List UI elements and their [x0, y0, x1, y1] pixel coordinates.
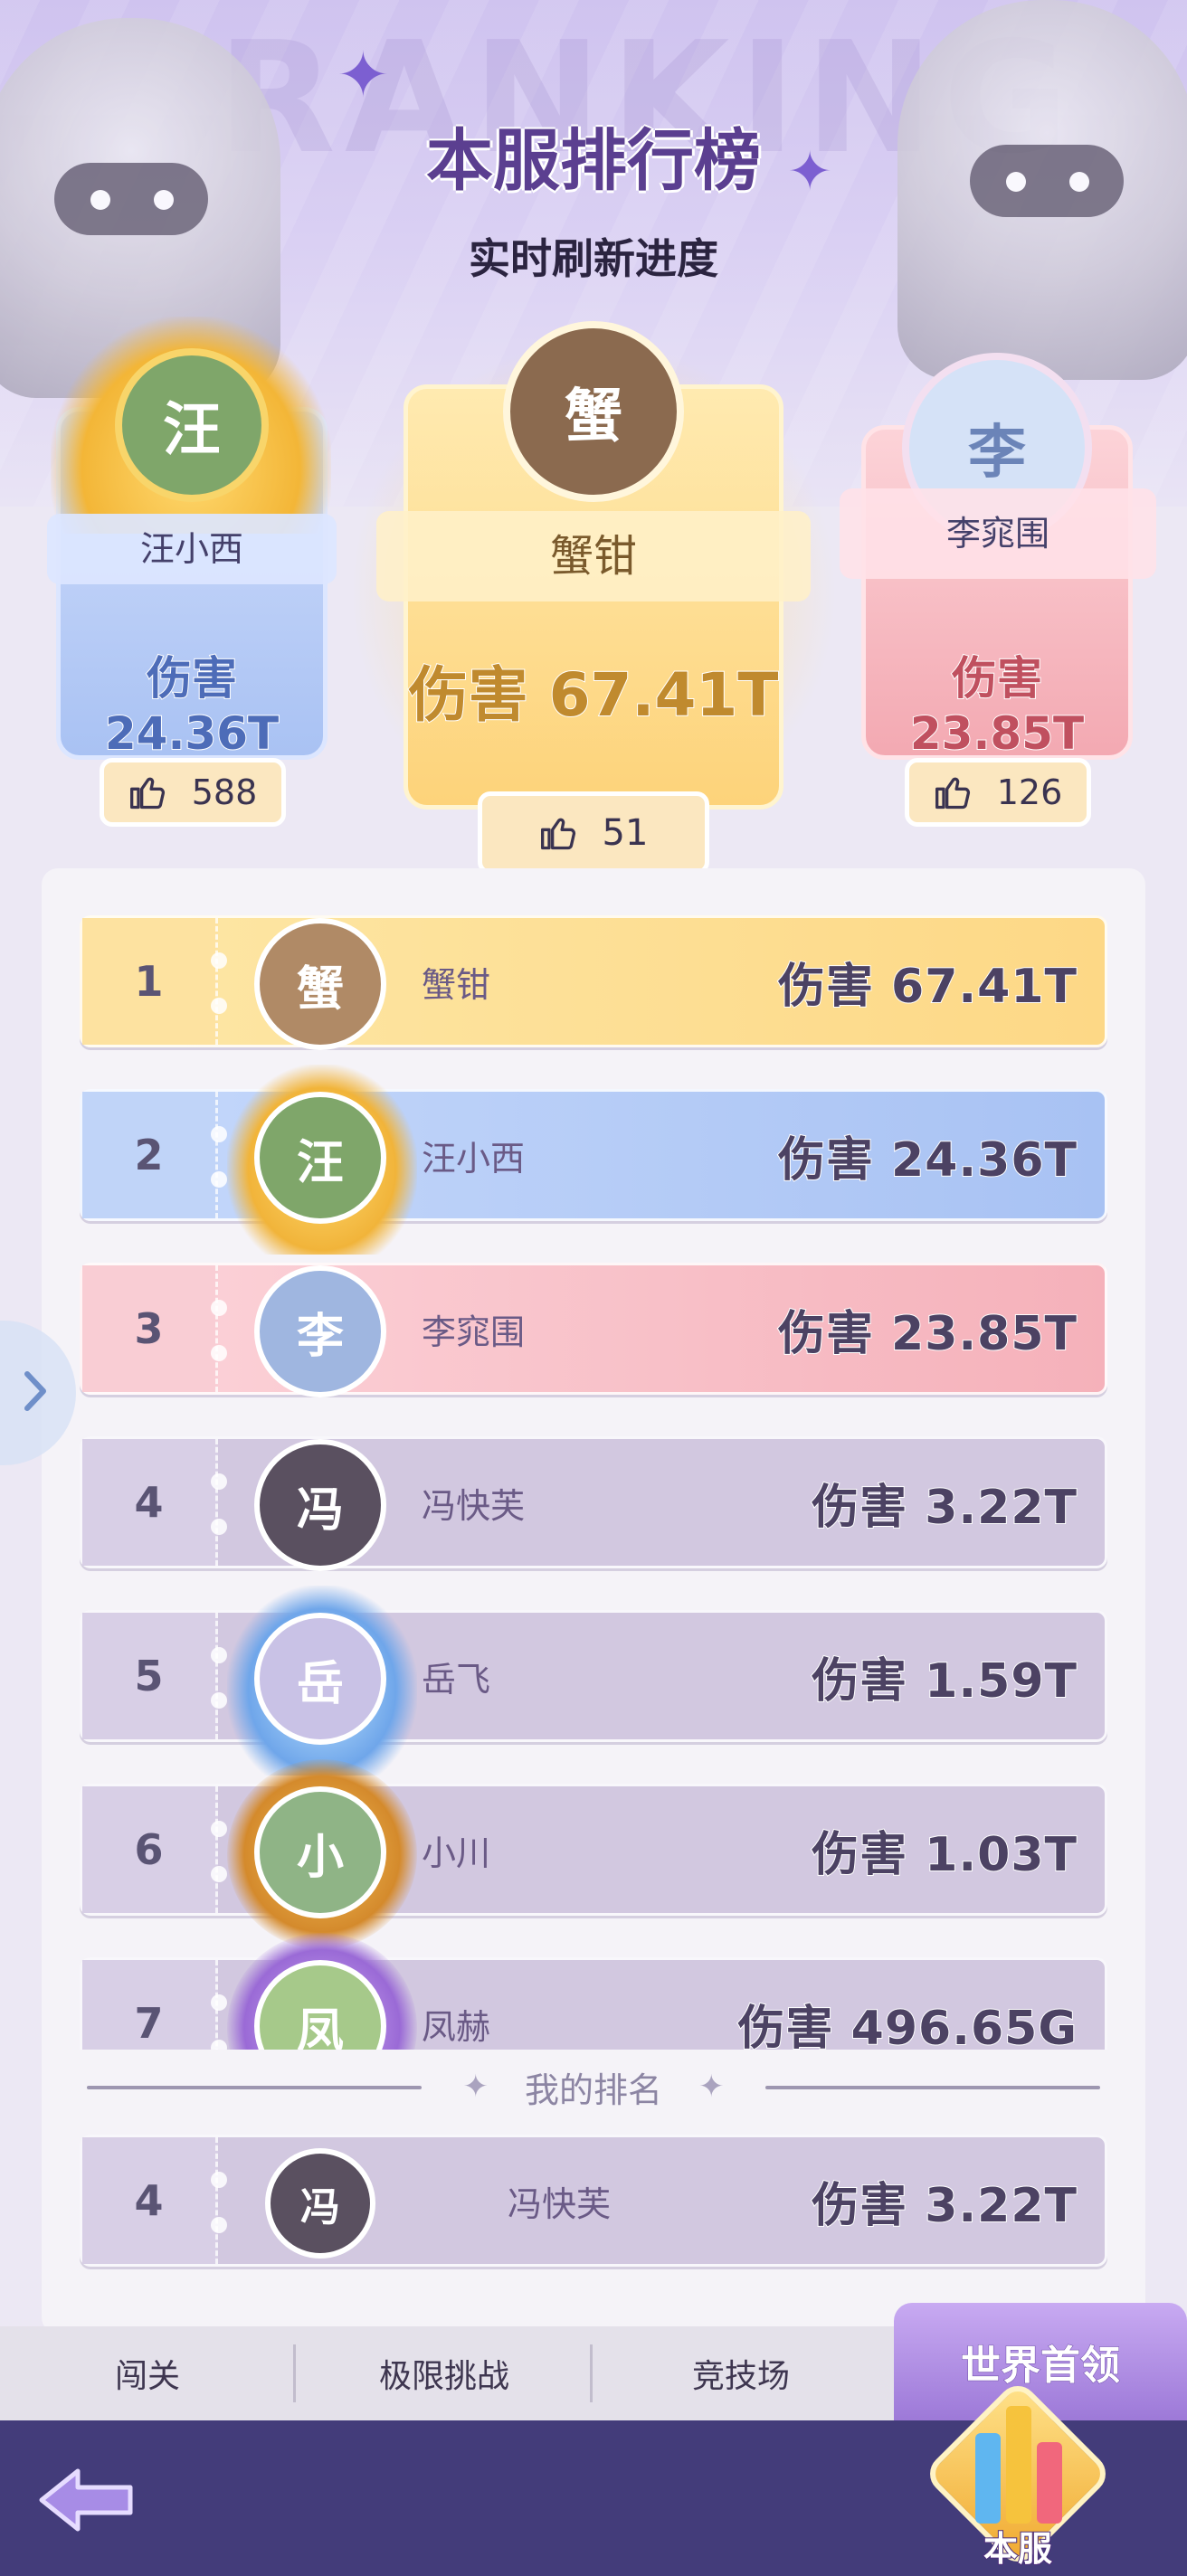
damage-value: 伤害 496.65G [737, 2001, 1078, 2050]
rank-number: 4 [82, 2137, 218, 2264]
ranking-list[interactable]: 1 蟹 蟹钳 伤害 67.41T 2 汪 汪小西 伤害 24.36T 3 李 李… [0, 0, 1187, 2050]
my-rank-row[interactable]: 4 冯 冯快芙 伤害 3.22T [80, 2135, 1107, 2267]
chevron-right-icon [20, 1368, 51, 1417]
damage-value: 伤害 67.41T [777, 959, 1078, 1015]
player-name: 小川 [422, 1833, 491, 1873]
damage-value: 伤害 1.03T [811, 1827, 1078, 1883]
player-name: 蟹钳 [422, 964, 491, 1005]
table-row[interactable]: 3 李 李窕围 伤害 23.85T [80, 1263, 1107, 1397]
arrow-left-icon [33, 2468, 141, 2540]
tab-divider [590, 2344, 593, 2402]
server-switch-button[interactable]: 本服 [921, 2377, 1115, 2576]
tab-stage[interactable]: 闯关 [0, 2326, 295, 2420]
back-button[interactable] [33, 2464, 141, 2536]
rank-number: 2 [82, 1092, 218, 1218]
tab-extreme-challenge[interactable]: 极限挑战 [297, 2326, 592, 2420]
player-name: 汪小西 [422, 1138, 526, 1179]
divider-line [87, 2086, 422, 2089]
damage-value: 伤害 3.22T [811, 2178, 1078, 2234]
server-badge-label: 本服 [983, 2528, 1053, 2570]
tab-divider [293, 2344, 296, 2402]
avatar[interactable]: 小 [254, 1786, 386, 1918]
server-badge-bars [975, 2397, 1062, 2524]
damage-value: 伤害 3.22T [811, 1480, 1078, 1536]
avatar[interactable]: 李 [254, 1265, 386, 1397]
table-row[interactable]: 7 凤 凤赫 伤害 496.65G [80, 1933, 1107, 2050]
damage-value: 伤害 23.85T [777, 1306, 1078, 1362]
player-name: 冯快芙 [422, 1485, 526, 1526]
avatar[interactable]: 冯 [254, 1439, 386, 1571]
rank-number: 4 [82, 1439, 218, 1566]
table-row[interactable]: 5 岳 岳飞 伤害 1.59T [80, 1586, 1107, 1776]
rank-number: 3 [82, 1265, 218, 1392]
my-rank-divider: ✦ 我的排名 ✦ [87, 2059, 1100, 2115]
player-name: 李窕围 [422, 1312, 526, 1352]
player-name: 凤赫 [422, 2006, 491, 2047]
damage-value: 伤害 1.59T [811, 1653, 1078, 1709]
diamond-icon: ✦ [698, 2069, 725, 2105]
avatar[interactable]: 汪 [254, 1092, 386, 1224]
my-rank-label: 我的排名 [524, 2069, 662, 2110]
player-name: 岳飞 [422, 1659, 491, 1700]
avatar[interactable]: 岳 [254, 1613, 386, 1745]
table-row[interactable]: 1 蟹 蟹钳 伤害 67.41T [80, 915, 1107, 1050]
rank-number: 6 [82, 1786, 218, 1913]
table-row[interactable]: 2 汪 汪小西 伤害 24.36T [80, 1065, 1107, 1255]
table-row[interactable]: 6 小 小川 伤害 1.03T [80, 1759, 1107, 1949]
damage-value: 伤害 24.36T [777, 1132, 1078, 1189]
tab-arena[interactable]: 竞技场 [594, 2326, 888, 2420]
avatar[interactable]: 蟹 [254, 918, 386, 1050]
table-row[interactable]: 4 冯 冯快芙 伤害 3.22T [80, 1436, 1107, 1571]
diamond-icon: ✦ [462, 2069, 489, 2105]
rank-number: 7 [82, 1960, 218, 2050]
rank-number: 1 [82, 918, 218, 1045]
avatar[interactable]: 冯 [265, 2148, 375, 2259]
divider-line [765, 2086, 1100, 2089]
rank-number: 5 [82, 1613, 218, 1739]
player-name: 冯快芙 [508, 2183, 612, 2224]
